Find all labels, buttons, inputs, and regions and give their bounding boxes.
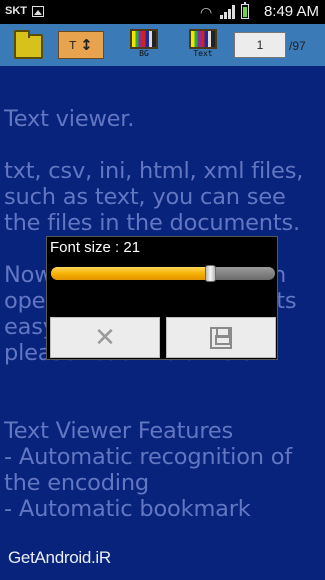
folder-icon[interactable]: [14, 30, 43, 59]
font-size-button-label: T: [69, 38, 77, 52]
close-icon: ✕: [94, 322, 116, 353]
slider-thumb[interactable]: [205, 265, 216, 282]
gallery-icon: [32, 6, 44, 17]
page-total: /97: [289, 39, 306, 53]
font-size-button[interactable]: T ↕: [58, 31, 104, 59]
watermark: GetAndroid.iR: [8, 548, 111, 567]
font-size-dialog: Font size : 21 ✕: [46, 236, 278, 360]
save-button[interactable]: [166, 317, 276, 358]
page-number-input[interactable]: 1: [234, 32, 286, 58]
dialog-title: Font size : 21: [50, 239, 141, 256]
carrier-label: SKT: [5, 5, 27, 17]
save-icon: [210, 326, 232, 349]
toolbar: T ↕ BG Text 1 /97: [0, 24, 325, 66]
clock: 8:49 AM: [263, 3, 319, 20]
wifi-icon: ◠: [200, 4, 213, 20]
cancel-button[interactable]: ✕: [50, 317, 160, 358]
text-color-label: Text: [193, 49, 213, 58]
status-bar: SKT ◠ 8:49 AM: [0, 0, 325, 24]
slider-fill: [51, 267, 210, 280]
background-color-label: BG: [139, 49, 149, 58]
font-size-slider[interactable]: [51, 265, 275, 282]
color-bars-icon: [130, 29, 158, 49]
up-down-arrow-icon: ↕: [80, 36, 93, 54]
signal-icon: [220, 5, 236, 19]
background-color-button[interactable]: BG: [130, 29, 158, 59]
color-bars-icon: [189, 29, 217, 49]
text-color-button[interactable]: Text: [189, 29, 217, 59]
battery-icon: [241, 2, 249, 19]
